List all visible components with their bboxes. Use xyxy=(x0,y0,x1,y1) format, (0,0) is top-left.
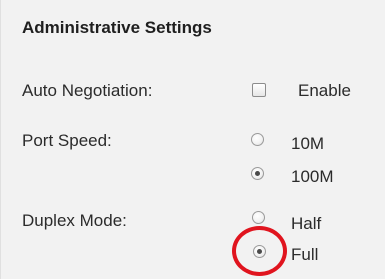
port-speed-label: Port Speed: xyxy=(22,131,112,150)
duplex-full-radio[interactable] xyxy=(253,245,266,258)
auto-negotiation-enable-checkbox[interactable] xyxy=(252,83,266,97)
duplex-half-label[interactable]: Half xyxy=(291,214,321,234)
auto-negotiation-label: Auto Negotiation: xyxy=(22,81,153,100)
port-speed-10m-label[interactable]: 10M xyxy=(291,134,324,154)
section-title: Administrative Settings xyxy=(22,18,212,37)
duplex-mode-label: Duplex Mode: xyxy=(22,211,127,230)
duplex-full-label[interactable]: Full xyxy=(291,245,318,265)
port-speed-100m-label[interactable]: 100M xyxy=(291,167,334,187)
administrative-settings-panel: Administrative Settings Auto Negotiation… xyxy=(0,0,385,279)
port-speed-10m-radio[interactable] xyxy=(251,133,264,146)
port-speed-100m-radio[interactable] xyxy=(251,167,264,180)
auto-negotiation-enable-label[interactable]: Enable xyxy=(298,81,351,101)
duplex-half-radio[interactable] xyxy=(252,211,265,224)
